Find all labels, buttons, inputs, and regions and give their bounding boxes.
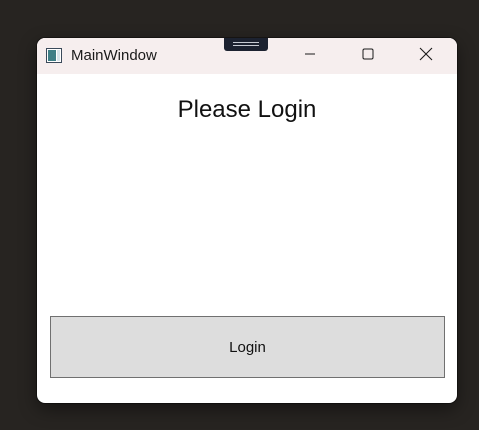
minimize-icon	[304, 47, 316, 65]
close-icon	[419, 47, 433, 66]
snap-layout-handle[interactable]	[224, 38, 268, 51]
minimize-button[interactable]	[281, 38, 339, 74]
maximize-button[interactable]	[339, 38, 397, 74]
close-button[interactable]	[397, 38, 455, 74]
login-button[interactable]: Login	[50, 316, 445, 378]
maximize-icon	[362, 47, 374, 65]
desktop: MainWindow Please Login Login	[0, 0, 479, 430]
window-title: MainWindow	[71, 47, 157, 64]
app-window-icon	[46, 48, 62, 63]
main-window: MainWindow Please Login Login	[37, 38, 457, 403]
page-title: Please Login	[177, 96, 317, 123]
login-button-label: Login	[229, 338, 266, 356]
title-bar[interactable]: MainWindow	[37, 38, 457, 74]
